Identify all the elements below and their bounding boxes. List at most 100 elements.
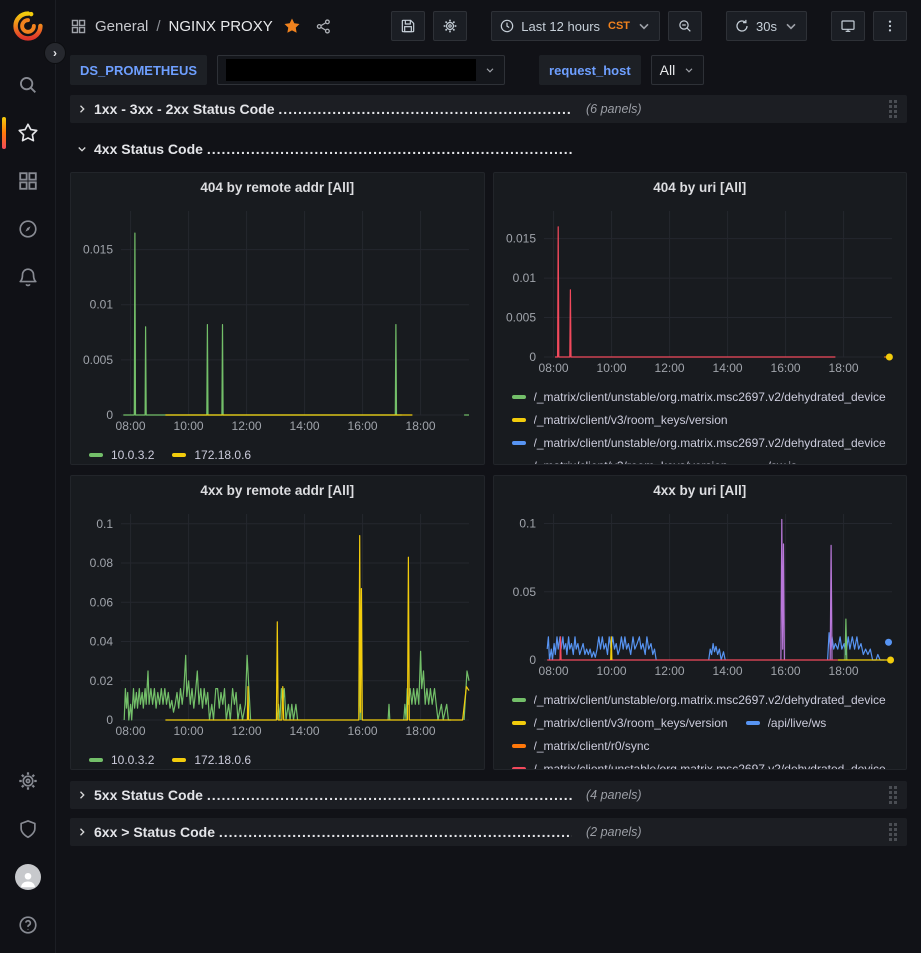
legend-swatch (89, 758, 103, 762)
timeseries-chart[interactable]: 08:0010:0012:0014:0016:0018:0000.0050.01… (71, 201, 484, 441)
panel-title[interactable]: 4xx by uri [All] (494, 476, 907, 504)
timeseries-chart[interactable]: 08:0010:0012:0014:0016:0018:0000.050.1 (494, 504, 907, 686)
legend-label: /_matrix/client/r0/sync (534, 739, 650, 753)
share-icon[interactable] (315, 18, 332, 35)
tv-mode-button[interactable] (831, 11, 865, 41)
row-5xx[interactable]: 5xx Status Code ........................… (70, 781, 907, 809)
row-leader-dots: ........................................… (207, 787, 572, 803)
datasource-variable-select[interactable] (217, 55, 505, 85)
dashboard-title[interactable]: NGINX PROXY (169, 18, 273, 35)
panel-title[interactable]: 404 by remote addr [All] (71, 173, 484, 201)
panel-404-by-uri: 404 by uri [All] 08:0010:0012:0014:0016:… (493, 172, 908, 465)
sidebar-item-configuration[interactable] (0, 757, 56, 805)
legend-item[interactable]: /_matrix/client/unstable/org.matrix.msc2… (512, 762, 886, 770)
row-4xx[interactable]: 4xx Status Code ........................… (70, 135, 907, 163)
row-title: 5xx Status Code (94, 787, 203, 803)
svg-text:10:00: 10:00 (596, 361, 626, 375)
panel-title[interactable]: 4xx by remote addr [All] (71, 476, 484, 504)
legend-item[interactable]: 172.18.0.6 (172, 448, 251, 462)
legend-item[interactable]: /sw.js (746, 459, 797, 465)
refresh-interval-label: 30s (756, 19, 777, 34)
legend-swatch (512, 464, 526, 465)
legend-swatch (512, 744, 526, 748)
search-icon (17, 74, 39, 96)
refresh-icon (734, 18, 750, 34)
legend-item[interactable]: /_matrix/client/v3/room_keys/version (512, 413, 728, 427)
request-host-variable-select[interactable]: All (651, 55, 705, 85)
legend-label: /sw.js (768, 459, 797, 465)
main-area: General / NGINX PROXY (56, 0, 921, 953)
sidebar-item-profile[interactable] (0, 853, 56, 901)
datasource-variable-label[interactable]: DS_PROMETHEUS (70, 55, 207, 85)
svg-text:16:00: 16:00 (770, 664, 800, 678)
panel-4xx-by-remote-addr: 4xx by remote addr [All] 08:0010:0012:00… (70, 475, 485, 770)
svg-text:0.015: 0.015 (83, 243, 113, 257)
sidebar-item-alerting[interactable] (0, 253, 56, 301)
legend-item[interactable]: 172.18.0.6 (172, 753, 251, 767)
legend-row: 10.0.3.2 172.18.0.6 (89, 443, 476, 464)
sidebar-item-help[interactable] (0, 901, 56, 949)
chevron-down-icon (783, 18, 799, 34)
favorite-star-icon[interactable] (283, 17, 301, 35)
legend-item[interactable]: 10.0.3.2 (89, 448, 154, 462)
row-leader-dots: ........................................… (219, 824, 572, 840)
sidebar-item-explore[interactable] (0, 205, 56, 253)
row-leader-dots: ........................................… (278, 101, 572, 117)
legend-label: /_matrix/client/unstable/org.matrix.msc2… (534, 762, 886, 770)
svg-text:12:00: 12:00 (654, 361, 684, 375)
legend-row: 10.0.3.2 172.18.0.6 (89, 748, 476, 769)
sidebar-item-dashboards[interactable] (0, 157, 56, 205)
grafana-logo-icon[interactable] (11, 9, 45, 43)
svg-text:08:00: 08:00 (538, 664, 568, 678)
zoom-out-button[interactable] (668, 11, 702, 41)
time-range-label: Last 12 hours (521, 19, 600, 34)
svg-text:0: 0 (106, 408, 113, 422)
chevron-right-icon (76, 103, 90, 115)
row-drag-handle[interactable] (889, 786, 897, 804)
row-6xx[interactable]: 6xx > Status Code ......................… (70, 818, 907, 846)
panel-title[interactable]: 404 by uri [All] (494, 173, 907, 201)
svg-text:08:00: 08:00 (538, 361, 568, 375)
time-range-picker[interactable]: Last 12 hours CST (491, 11, 660, 41)
row-title: 1xx - 3xx - 2xx Status Code (94, 101, 275, 117)
monitor-icon (840, 18, 856, 34)
kebab-menu-button[interactable] (873, 11, 907, 41)
sidebar-item-search[interactable] (0, 61, 56, 109)
svg-text:0.06: 0.06 (90, 595, 114, 609)
save-icon (400, 18, 416, 34)
svg-text:18:00: 18:00 (406, 724, 436, 738)
breadcrumb: General / NGINX PROXY (70, 17, 332, 35)
kebab-icon (882, 18, 898, 34)
legend-item[interactable]: /_matrix/client/unstable/org.matrix.msc2… (512, 436, 886, 450)
row-1xx-3xx-2xx[interactable]: 1xx - 3xx - 2xx Status Code ............… (70, 95, 907, 123)
timeseries-chart[interactable]: 08:0010:0012:0014:0016:0018:0000.0050.01… (494, 201, 907, 383)
dashboard-settings-button[interactable] (433, 11, 467, 41)
svg-text:10:00: 10:00 (174, 724, 204, 738)
svg-text:18:00: 18:00 (828, 361, 858, 375)
refresh-picker[interactable]: 30s (726, 11, 807, 41)
sidebar-expand-button[interactable]: › (44, 42, 66, 64)
sidebar-item-server-admin[interactable] (0, 805, 56, 853)
legend-label: 172.18.0.6 (194, 753, 251, 767)
row-drag-handle[interactable] (889, 823, 897, 841)
grafana-app: › (0, 0, 921, 953)
legend-item[interactable]: /_matrix/client/unstable/org.matrix.msc2… (512, 693, 886, 707)
legend-item[interactable]: /_matrix/client/r0/sync (512, 739, 650, 753)
legend-item[interactable]: /_matrix/client/v3/room_keys/version (512, 459, 728, 465)
sidebar-item-starred[interactable] (0, 109, 56, 157)
legend-item[interactable]: /api/live/ws (746, 716, 827, 730)
save-dashboard-button[interactable] (391, 11, 425, 41)
legend-label: /api/live/ws (768, 716, 827, 730)
svg-text:10:00: 10:00 (596, 664, 626, 678)
request-host-variable-label[interactable]: request_host (539, 55, 641, 85)
svg-text:14:00: 14:00 (712, 361, 742, 375)
legend-item[interactable]: /_matrix/client/v3/room_keys/version (512, 716, 728, 730)
legend-label: /_matrix/client/unstable/org.matrix.msc2… (534, 436, 886, 450)
chevron-right-icon (76, 826, 90, 838)
breadcrumb-section[interactable]: General (95, 18, 148, 35)
timeseries-chart[interactable]: 08:0010:0012:0014:0016:0018:0000.020.040… (71, 504, 484, 746)
svg-text:12:00: 12:00 (232, 419, 262, 433)
legend-item[interactable]: 10.0.3.2 (89, 753, 154, 767)
legend-item[interactable]: /_matrix/client/unstable/org.matrix.msc2… (512, 390, 886, 404)
row-drag-handle[interactable] (889, 100, 897, 118)
